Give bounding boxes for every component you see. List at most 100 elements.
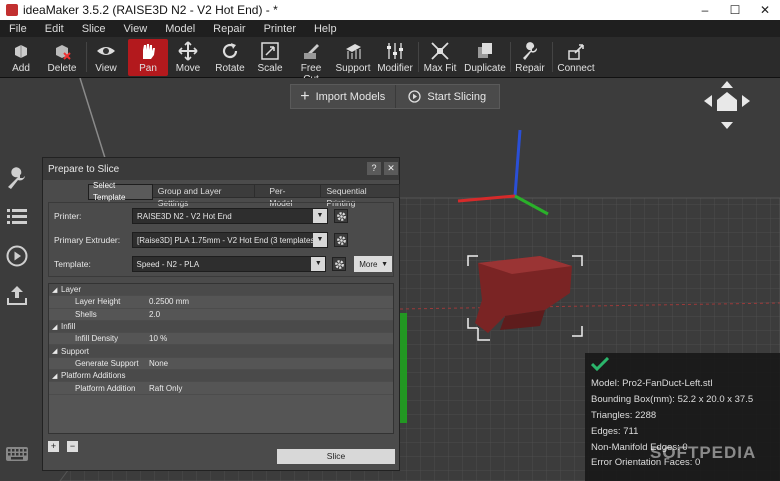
delete-button[interactable]: Delete <box>42 39 82 76</box>
template-select[interactable]: Speed - N2 - PLA ▼ <box>131 256 327 272</box>
tab-sequential-printing[interactable]: Sequential Printing <box>320 184 400 208</box>
duplicate-button[interactable]: Duplicate <box>464 39 506 76</box>
tab-per-model[interactable]: Per-Model <box>254 184 322 208</box>
max-fit-icon <box>431 42 449 60</box>
pan-button[interactable]: Pan <box>128 39 168 76</box>
slice-button[interactable]: Slice <box>277 449 395 464</box>
menu-repair[interactable]: Repair <box>204 23 254 35</box>
tab-select-template[interactable]: Select Template <box>88 181 153 202</box>
start-slicing-button[interactable]: Start Slicing <box>394 85 500 108</box>
setting-key: Shells <box>75 309 97 319</box>
support-button[interactable]: Support <box>334 39 372 76</box>
setting-value: 10 % <box>149 334 168 344</box>
support-icon <box>346 44 361 59</box>
extruder-settings-button[interactable] <box>334 233 348 247</box>
settings-row[interactable]: Infill Density 10 % <box>49 333 393 346</box>
settings-row[interactable]: Layer Height 0.2500 mm <box>49 296 393 309</box>
import-models-button[interactable]: + Import Models <box>291 85 395 108</box>
add-setting-button[interactable]: + <box>48 441 59 452</box>
dialog-tabs: Select Template Group and Layer Settings… <box>88 181 400 208</box>
settings-row[interactable]: Shells 2.0 <box>49 309 393 321</box>
collapse-icon: ◢ <box>52 323 58 331</box>
start-slicing-label: Start Slicing <box>427 90 487 103</box>
scale-button[interactable]: Scale <box>252 39 288 76</box>
setting-key: Platform Addition <box>75 383 136 393</box>
collapse-icon: ◢ <box>52 348 58 356</box>
delete-model-icon <box>56 45 71 60</box>
chevron-down-icon: ▼ <box>313 233 327 247</box>
more-button[interactable]: More ▼ <box>354 256 392 272</box>
dialog-title: Prepare to Slice <box>48 163 120 175</box>
settings-group-infill[interactable]: ◢ Infill <box>49 320 393 334</box>
free-cut-icon <box>304 44 319 59</box>
maximize-button[interactable]: ☐ <box>720 0 750 20</box>
rotate-label: Rotate <box>215 63 245 74</box>
close-window-button[interactable]: ✕ <box>750 0 780 20</box>
slice-play-icon[interactable] <box>5 244 29 268</box>
import-models-label: Import Models <box>315 90 386 103</box>
repair-label: Repair <box>515 63 545 74</box>
gear-icon <box>336 235 346 245</box>
printer-settings-button[interactable] <box>334 209 348 223</box>
checkmark-icon <box>591 357 609 371</box>
extruder-select[interactable]: [Raise3D] PLA 1.75mm - V2 Hot End (3 tem… <box>132 232 328 248</box>
setting-key: Generate Support <box>75 358 139 368</box>
help-button[interactable]: ? <box>367 162 381 175</box>
eye-icon <box>97 47 115 55</box>
duplicate-icon <box>478 43 492 58</box>
menu-model[interactable]: Model <box>156 23 204 35</box>
floating-action-bar: + Import Models Start Slicing <box>290 84 500 109</box>
menu-slice[interactable]: Slice <box>73 23 115 35</box>
template-settings-button[interactable] <box>332 257 347 271</box>
move-button[interactable]: Move <box>170 39 206 76</box>
printer-label: Printer: <box>54 211 82 221</box>
printer-row: Printer: RAISE3D N2 - V2 Hot End ▼ <box>54 207 392 225</box>
extruder-row: Primary Extruder: [Raise3D] PLA 1.75mm -… <box>54 231 392 249</box>
keyboard-icon[interactable] <box>5 445 29 463</box>
group-label: Support <box>61 346 90 356</box>
menu-bar: File Edit Slice View Model Repair Printe… <box>0 20 780 37</box>
view-button[interactable]: View <box>88 39 124 76</box>
menu-edit[interactable]: Edit <box>36 23 73 35</box>
free-cut-button[interactable]: Free Cut <box>292 39 330 85</box>
model-name: Model: Pro2-FanDuct-Left.stl <box>591 378 713 389</box>
settings-group-support[interactable]: ◢ Support <box>49 345 393 358</box>
menu-view[interactable]: View <box>115 23 157 35</box>
more-label: More <box>359 259 378 269</box>
setting-key: Layer Height <box>75 297 121 307</box>
collapse-icon: ◢ <box>52 286 58 294</box>
settings-group-platform-additions[interactable]: ◢ Platform Additions <box>49 370 393 383</box>
tab-group-layer-settings[interactable]: Group and Layer Settings <box>151 184 256 208</box>
delete-label: Delete <box>47 63 77 74</box>
dialog-close-button[interactable]: ✕ <box>384 162 398 175</box>
modifier-label: Modifier <box>377 63 413 74</box>
list-icon[interactable] <box>5 205 29 229</box>
menu-help[interactable]: Help <box>305 23 346 35</box>
rotate-button[interactable]: Rotate <box>212 39 248 76</box>
max-fit-button[interactable]: Max Fit <box>422 39 458 76</box>
edge-count: Edges: 711 <box>591 426 639 437</box>
chevron-down-icon: ▼ <box>313 209 327 223</box>
main-toolbar: Add Delete View Pan Move Rotate Scale Fr… <box>0 37 780 85</box>
wrench-icon <box>523 42 538 60</box>
move-arrows-icon <box>178 41 198 61</box>
pan-label: Pan <box>139 63 157 74</box>
wrench-icon[interactable] <box>5 166 29 190</box>
setting-value: None <box>149 358 169 368</box>
minimize-button[interactable]: – <box>690 0 720 20</box>
template-label: Template: <box>54 259 91 269</box>
upload-icon[interactable] <box>5 283 29 307</box>
modifier-button[interactable]: Modifier <box>376 39 414 76</box>
chevron-down-icon: ▼ <box>311 257 326 271</box>
printer-select[interactable]: RAISE3D N2 - V2 Hot End ▼ <box>132 208 328 224</box>
settings-row[interactable]: Generate Support None <box>49 358 393 371</box>
settings-row[interactable]: Platform Addition Raft Only <box>49 382 393 395</box>
menu-printer[interactable]: Printer <box>255 23 305 35</box>
repair-button[interactable]: Repair <box>512 39 548 76</box>
remove-setting-button[interactable]: − <box>67 441 78 452</box>
settings-group-layer[interactable]: ◢ Layer <box>49 284 393 297</box>
connect-button[interactable]: Connect <box>556 39 596 76</box>
add-button[interactable]: Add <box>2 39 40 76</box>
menu-file[interactable]: File <box>0 23 36 35</box>
modifier-icon <box>387 43 403 59</box>
